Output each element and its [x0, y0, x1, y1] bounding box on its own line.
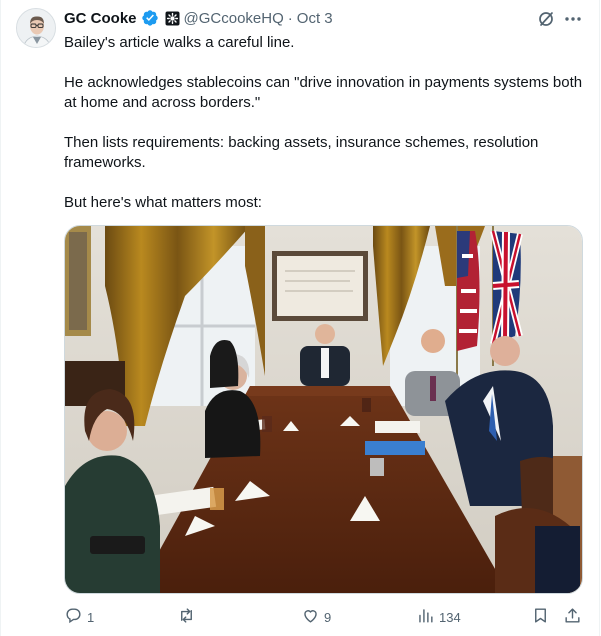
right-divider [599, 0, 600, 636]
repost-icon [177, 606, 196, 628]
tweet-text-line-3: Then lists requirements: backing assets,… [64, 134, 539, 171]
avatar[interactable] [16, 8, 56, 48]
left-divider [0, 0, 1, 636]
verified-badge-icon [141, 9, 159, 27]
affiliate-badge-icon [165, 11, 180, 26]
views-count: 134 [439, 609, 461, 625]
repost-button[interactable] [177, 603, 200, 631]
reply-button[interactable]: 1 [64, 603, 94, 631]
views-button[interactable]: 134 [416, 603, 461, 631]
like-count: 9 [324, 609, 332, 625]
tweet: GC Cooke @GCcookeHQ · Oct 3 Bailey's art… [0, 0, 601, 636]
separator: · [287, 9, 293, 27]
post-date[interactable]: Oct 3 [297, 10, 333, 27]
views-icon [416, 606, 435, 628]
reply-icon [64, 606, 83, 628]
share-icon [563, 606, 582, 628]
tweet-photo[interactable] [64, 225, 583, 594]
tweet-text-line-1: Bailey's article walks a careful line. [64, 34, 295, 51]
action-bar: 1 9 134 [64, 603, 584, 631]
bookmark-button[interactable] [531, 603, 550, 631]
author-handle[interactable]: @GCcookeHQ [184, 10, 284, 27]
grok-icon[interactable] [536, 9, 556, 29]
like-icon [301, 606, 320, 628]
tweet-text-line-2: He acknowledges stablecoins can "drive i… [64, 74, 583, 111]
more-icon[interactable] [563, 9, 583, 29]
author-name[interactable]: GC Cooke [64, 10, 137, 27]
reply-count: 1 [87, 609, 95, 625]
share-button[interactable] [563, 603, 582, 631]
tweet-text-line-4: But here's what matters most: [64, 194, 262, 211]
tweet-header: GC Cooke @GCcookeHQ · Oct 3 [64, 8, 333, 28]
like-button[interactable]: 9 [301, 603, 331, 631]
bookmark-icon [531, 606, 550, 628]
